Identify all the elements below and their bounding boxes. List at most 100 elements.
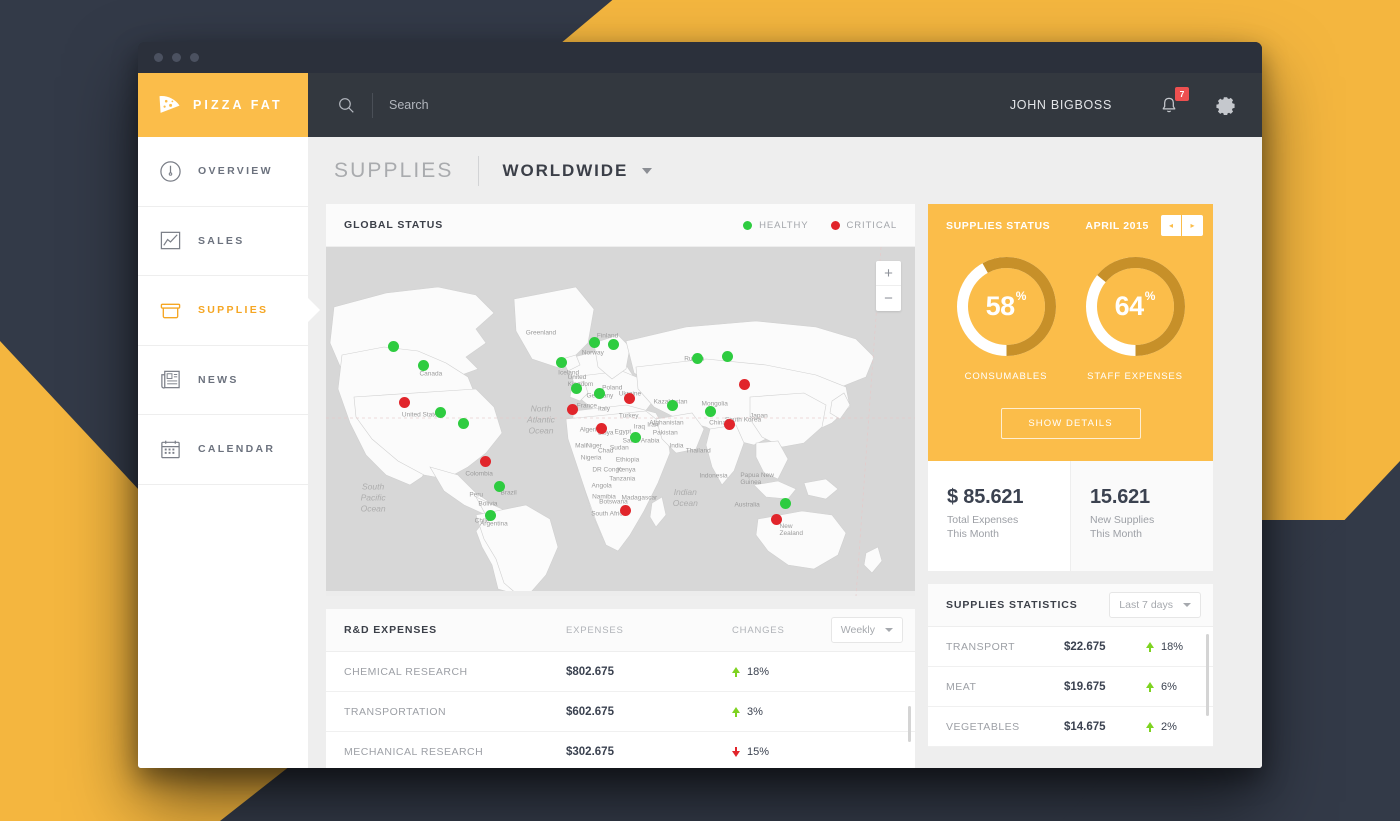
table-row[interactable]: VEGETABLES $14.675 2% — [928, 707, 1213, 747]
kpi-value: 15.621 — [1090, 486, 1150, 508]
search-input[interactable] — [389, 98, 689, 112]
sidebar-item-overview[interactable]: OVERVIEW — [138, 137, 308, 207]
map-marker-critical[interactable] — [566, 403, 578, 415]
gauge-icon — [160, 161, 181, 182]
card-title: GLOBAL STATUS — [344, 219, 444, 231]
dashboard-grid: GLOBAL STATUS HEALTHY CRITICAL Greenland… — [326, 204, 1244, 768]
map-zoom-controls: + − — [876, 261, 901, 311]
kpi-value: $ 85.621 — [947, 486, 1024, 508]
row-change: 18% — [732, 666, 915, 678]
user-name: JOHN BIGBOSS — [1009, 98, 1112, 112]
window-close-dot[interactable] — [154, 53, 163, 62]
map-marker-healthy[interactable] — [705, 405, 717, 417]
chevron-down-icon[interactable] — [642, 167, 653, 174]
supplies-statistics-scrollbar[interactable] — [1206, 634, 1209, 716]
chart-icon — [160, 231, 181, 250]
kpi-label-line2: This Month — [1090, 528, 1142, 540]
gauge-number: 64 — [1114, 291, 1145, 321]
map-zoom-out-button[interactable]: − — [876, 286, 901, 311]
world-map[interactable]: Greenland Canada United States Iceland Norwa… — [326, 247, 915, 596]
row-name: VEGETABLES — [946, 720, 1020, 733]
supplies-statistics-card: SUPPLIES STATISTICS Last 7 days TRANSPOR… — [928, 584, 1213, 747]
legend-label: CRITICAL — [846, 219, 897, 231]
newspaper-icon — [161, 370, 180, 389]
settings-button[interactable] — [1210, 90, 1240, 120]
row-expenses: $302.675 — [566, 745, 614, 758]
gear-icon — [1215, 96, 1235, 115]
search-icon[interactable] — [326, 97, 366, 114]
map-marker-critical[interactable] — [479, 456, 491, 468]
table-row[interactable]: TRANSPORTATION $602.675 3% — [326, 692, 915, 732]
sidebar-item-calendar[interactable]: CALENDAR — [138, 415, 308, 485]
arrow-down-icon — [732, 746, 740, 757]
world-map-svg — [326, 247, 915, 596]
chevron-down-icon — [885, 628, 893, 632]
kpi-new-supplies: 15.621 New Supplies This Month — [1070, 461, 1213, 571]
window-minimize-dot[interactable] — [172, 53, 181, 62]
rd-expenses-filter-dropdown[interactable]: Weekly — [830, 617, 903, 643]
gauges: 58% CONSUMABLES 64% STAFF EXPENSES — [928, 247, 1213, 382]
sidebar-item-supplies[interactable]: SUPPLIES — [138, 276, 320, 346]
month-nav: ◂ ▸ — [1161, 215, 1203, 236]
breadcrumb-scope[interactable]: WORLDWIDE — [503, 161, 629, 181]
table-row[interactable]: MECHANICAL RESEARCH $302.675 15% — [326, 732, 915, 768]
prev-month-button[interactable]: ◂ — [1161, 215, 1182, 236]
sidebar-item-news[interactable]: NEWS — [138, 346, 308, 415]
map-marker-critical[interactable] — [619, 504, 631, 516]
column-header-changes: CHANGES — [732, 624, 785, 636]
map-marker-healthy[interactable] — [457, 417, 469, 429]
notification-badge: 7 — [1175, 87, 1189, 101]
map-marker-critical[interactable] — [738, 379, 750, 391]
donut-chart: 58% — [955, 255, 1058, 358]
supplies-statistics-filter-dropdown[interactable]: Last 7 days — [1109, 592, 1201, 618]
map-marker-healthy[interactable] — [556, 356, 568, 368]
rd-expenses-rows: CHEMICAL RESEARCH $802.675 18% TRANSPORTATI… — [326, 652, 915, 768]
card-title: SUPPLIES STATUS — [946, 219, 1051, 232]
sidebar-item-label: SUPPLIES — [198, 304, 269, 317]
arrow-up-icon — [1146, 641, 1154, 652]
supplies-status-card: SUPPLIES STATUS APRIL 2015 ◂ ▸ 58% CONSUM… — [928, 204, 1213, 461]
map-marker-healthy[interactable] — [434, 407, 446, 419]
row-name: MEAT — [946, 680, 977, 693]
sidebar-item-label: CALENDAR — [198, 443, 276, 456]
map-marker-healthy[interactable] — [691, 353, 703, 365]
brand-name: PIZZA FAT — [193, 98, 283, 112]
row-change: 3% — [732, 706, 915, 718]
kpi-label-line2: This Month — [947, 528, 999, 540]
breadcrumb-section[interactable]: SUPPLIES — [334, 159, 454, 183]
map-marker-critical[interactable] — [771, 513, 783, 525]
row-value: $19.675 — [1064, 680, 1106, 693]
gauge-percent-sign: % — [1144, 289, 1156, 303]
map-zoom-in-button[interactable]: + — [876, 261, 901, 286]
map-marker-healthy[interactable] — [494, 480, 506, 492]
legend-dot-critical — [830, 220, 840, 230]
row-expenses: $802.675 — [566, 665, 614, 678]
show-details-button[interactable]: SHOW DETAILS — [1000, 408, 1141, 439]
kpi-total-expenses: $ 85.621 Total Expenses This Month — [928, 461, 1070, 571]
arrow-up-icon — [732, 666, 740, 677]
top-bar: JOHN BIGBOSS 7 — [308, 73, 1262, 137]
arrow-up-icon — [1146, 681, 1154, 692]
row-name: TRANSPORT — [946, 640, 1016, 653]
table-row[interactable]: TRANSPORT $22.675 18% — [928, 627, 1213, 667]
sidebar-item-label: SALES — [198, 234, 245, 247]
gauge-percent-sign: % — [1015, 289, 1027, 303]
map-marker-healthy[interactable] — [629, 431, 641, 443]
brand-logo[interactable]: PIZZA FAT — [138, 73, 308, 137]
row-change: 18% — [1146, 641, 1213, 653]
table-row[interactable]: CHEMICAL RESEARCH $802.675 18% — [326, 652, 915, 692]
window-maximize-dot[interactable] — [190, 53, 199, 62]
next-month-button[interactable]: ▸ — [1182, 215, 1203, 236]
sidebar-item-label: NEWS — [198, 373, 239, 386]
map-marker-healthy[interactable] — [417, 360, 429, 372]
main-area: JOHN BIGBOSS 7 — [308, 73, 1262, 768]
map-marker-critical[interactable] — [398, 396, 410, 408]
gauge-label: STAFF EXPENSES — [1087, 371, 1183, 382]
rd-expenses-scrollbar[interactable] — [908, 706, 911, 742]
map-marker-healthy[interactable] — [779, 498, 791, 509]
donut-chart: 64% — [1084, 255, 1187, 358]
table-row[interactable]: MEAT $19.675 6% — [928, 667, 1213, 707]
notifications-button[interactable]: 7 — [1154, 87, 1189, 120]
sidebar-item-sales[interactable]: SALES — [138, 207, 308, 276]
search-divider — [372, 92, 373, 118]
